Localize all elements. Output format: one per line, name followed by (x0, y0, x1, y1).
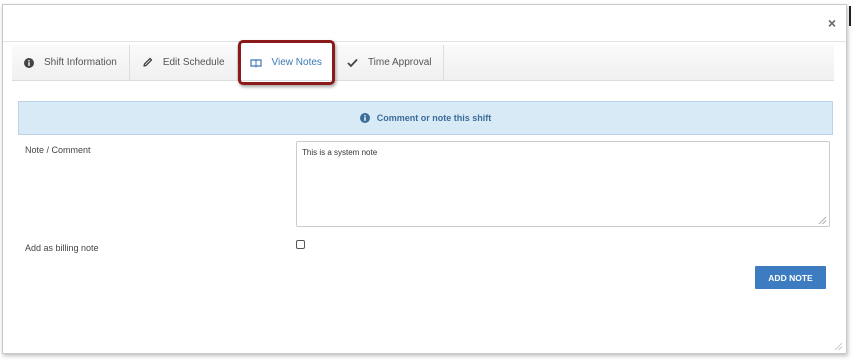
note-textarea[interactable]: This is a system note (296, 141, 830, 227)
dialog-header: × (3, 5, 846, 42)
dialog-resize-grip-icon[interactable] (834, 342, 843, 351)
resize-grip-icon[interactable] (818, 216, 827, 225)
info-circle-icon (24, 57, 34, 68)
info-circle-icon (359, 113, 370, 123)
note-label: Note / Comment (25, 145, 91, 155)
close-button[interactable]: × (826, 16, 838, 30)
banner-text: Comment or note this shift (376, 113, 492, 123)
add-note-button[interactable]: ADD NOTE (755, 266, 826, 289)
tab-shift-information[interactable]: Shift Information (12, 45, 130, 80)
billing-label: Add as billing note (25, 243, 99, 253)
billing-checkbox[interactable] (296, 240, 305, 249)
pencil-icon (142, 57, 153, 68)
tab-label: Shift Information (44, 57, 117, 68)
tab-view-notes[interactable]: View Notes (237, 45, 335, 80)
tab-label: View Notes (271, 57, 322, 68)
window-edge (849, 6, 851, 26)
info-banner: Comment or note this shift (18, 101, 833, 135)
tab-edit-schedule[interactable]: Edit Schedule (130, 45, 238, 80)
tab-bar: Shift Information Edit Schedule View Not… (12, 45, 834, 81)
checkmark-icon (347, 58, 358, 68)
book-icon (249, 58, 262, 68)
tab-label: Edit Schedule (162, 57, 225, 68)
tab-label: Time Approval (367, 57, 432, 68)
tab-time-approval[interactable]: Time Approval (335, 45, 445, 80)
